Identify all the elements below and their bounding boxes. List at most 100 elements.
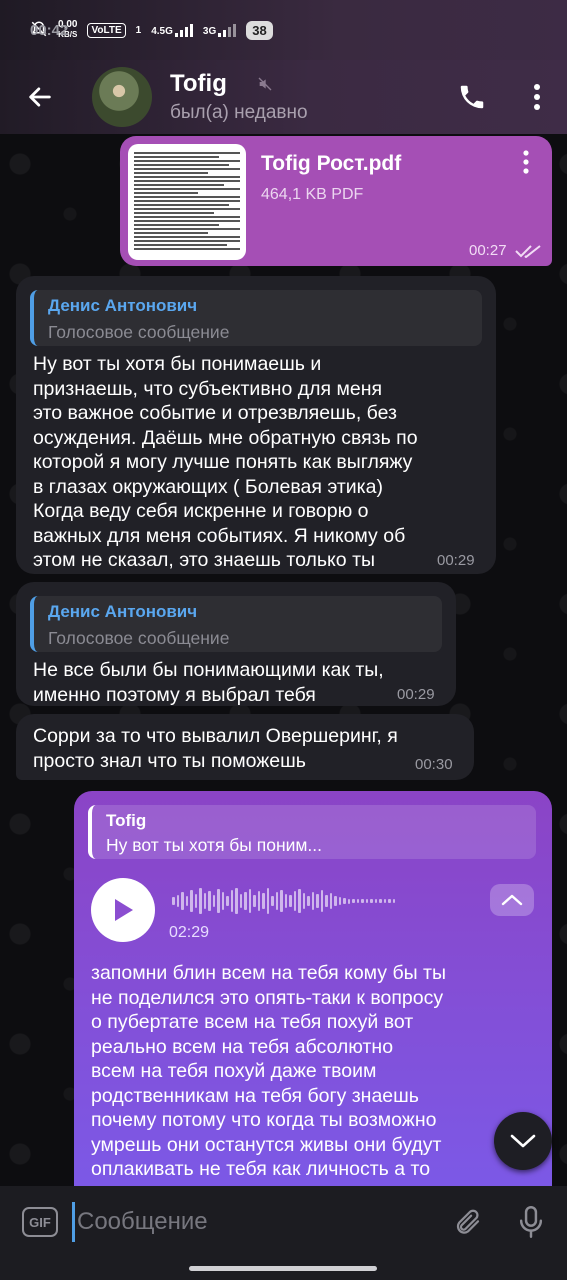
scroll-to-bottom-button[interactable] [494, 1112, 552, 1170]
file-message[interactable]: Tofig Рост.pdf 464,1 KB PDF 00:27 [120, 136, 552, 266]
waveform-bar [203, 893, 206, 909]
waveform-bar [266, 888, 269, 914]
waveform-bar [226, 896, 229, 906]
waveform-bar [338, 897, 341, 905]
signal-bars-icon [174, 23, 193, 37]
waveform-bar [248, 889, 251, 913]
waveform-bar [181, 892, 184, 910]
back-button[interactable] [0, 60, 80, 134]
voice-duration: 02:29 [169, 924, 210, 941]
volte-badge: VoLTE [87, 22, 126, 38]
paperclip-icon [456, 1209, 480, 1234]
text-line: именно поэтому я выбрал тебя [33, 683, 316, 706]
reply-text: Голосовое сообщение [48, 628, 230, 648]
attach-button[interactable] [435, 1186, 501, 1258]
reply-quote[interactable]: Денис Антонович Голосовое сообщение [30, 290, 482, 346]
waveform-bar [329, 893, 332, 909]
waveform-bar [307, 896, 310, 906]
outgoing-message[interactable]: Tofig Ну вот ты хотя бы поним... 02:29 з… [74, 791, 552, 1186]
contact-name: Tofig [170, 70, 227, 97]
waveform-bar [239, 894, 242, 908]
waveform-bar [388, 899, 391, 903]
more-menu-button[interactable] [507, 60, 567, 134]
message-input[interactable] [72, 1202, 435, 1242]
reply-quote[interactable]: Tofig Ну вот ты хотя бы поним... [88, 805, 536, 859]
text-line: этом не сказал, это знаешь только ты [33, 549, 376, 571]
voice-record-button[interactable] [501, 1186, 561, 1258]
play-button[interactable] [91, 878, 155, 942]
avatar[interactable] [92, 67, 152, 127]
waveform-bar [280, 890, 283, 912]
incoming-message[interactable]: Денис Антонович Голосовое сообщение Ну в… [16, 276, 496, 574]
waveform-bar [383, 899, 386, 903]
phone-icon [460, 85, 484, 109]
waveform-bar [370, 899, 373, 903]
collapse-transcription-button[interactable] [490, 884, 534, 916]
kebab-menu-icon [523, 150, 529, 174]
waveform-bar [221, 892, 224, 910]
text-line: Не все были бы понимающими как ты, [33, 659, 384, 681]
waveform-bar [257, 891, 260, 911]
waveform-bar [316, 894, 319, 908]
waveform-bar [356, 899, 359, 903]
text-line: которой я могу лучше понять как выгляжу [33, 451, 413, 473]
waveform-bar [311, 892, 314, 910]
text-line: не поделился это опять-таки к вопросу [91, 986, 444, 1009]
text-line: всем на тебя похуй даже твоим [91, 1060, 377, 1082]
status-time: 00:42 [30, 21, 69, 39]
call-button[interactable] [437, 60, 507, 134]
chat-area[interactable]: Tofig Рост.pdf 464,1 KB PDF 00:27 Денис … [0, 134, 567, 1186]
voice-waveform[interactable] [172, 886, 395, 916]
text-line: оплакивать не тебя как личность а то [91, 1158, 431, 1180]
waveform-bar [185, 896, 188, 906]
waveform-bar [320, 890, 323, 912]
waveform-bar [365, 899, 368, 903]
chat-title-area[interactable]: Tofig был(а) недавно [170, 70, 437, 124]
waveform-bar [374, 899, 377, 903]
file-menu-button[interactable] [522, 150, 530, 179]
file-name: Tofig Рост.pdf [261, 152, 402, 175]
text-line: родственникам на тебя богу знаешь [91, 1084, 419, 1107]
waveform-bar [262, 893, 265, 909]
waveform-bar [298, 889, 301, 913]
text-line: реально всем на тебя абсолютно [91, 1035, 394, 1058]
waveform-bar [289, 895, 292, 907]
waveform-bar [194, 894, 197, 908]
waveform-bar [271, 896, 274, 906]
waveform-bar [302, 893, 305, 909]
text-line: почему потому что когда ты возможно [91, 1109, 437, 1131]
incoming-message[interactable]: Денис Антонович Голосовое сообщение Не в… [16, 582, 456, 706]
message-time: 00:27 [469, 242, 507, 259]
waveform-bar [379, 899, 382, 903]
kebab-menu-icon [534, 84, 540, 110]
pdf-thumbnail[interactable] [128, 144, 246, 260]
gif-button[interactable]: GIF [22, 1207, 58, 1237]
message-text: Ну вот ты хотя бы понимаешь и признаешь,… [33, 352, 483, 573]
reply-quote[interactable]: Денис Антонович Голосовое сообщение [30, 596, 442, 652]
text-line: осуждения. Даёшь мне обратную связь по [33, 426, 418, 449]
battery-indicator: 38 [246, 20, 273, 40]
text-line: Когда веду себя искренне и говорю о [33, 500, 369, 522]
text-line: Ну вот ты хотя бы понимаешь и [33, 353, 322, 375]
home-gesture-pill[interactable] [189, 1266, 377, 1271]
file-size: 464,1 KB PDF [261, 186, 364, 203]
waveform-bar [361, 899, 364, 903]
reply-author: Tofig [106, 811, 147, 830]
reply-author: Денис Антонович [48, 296, 198, 315]
waveform-bar [275, 892, 278, 910]
incoming-message[interactable]: Сорри за то что вывалил Овершеринг, я пр… [16, 714, 474, 780]
waveform-bar [172, 897, 175, 905]
reply-author: Денис Антонович [48, 602, 198, 621]
message-input-bar: GIF [0, 1186, 567, 1258]
message-time: 00:30 [415, 756, 453, 773]
waveform-bar [352, 899, 355, 903]
reply-text: Голосовое сообщение [48, 322, 230, 342]
waveform-bar [343, 898, 346, 904]
waveform-bar [176, 895, 179, 907]
sim1-label: 1 [135, 24, 142, 36]
chevron-up-icon [501, 894, 523, 906]
waveform-bar [190, 890, 193, 912]
transcription-text: запомни блин всем на тебя кому бы ты не … [91, 961, 541, 1182]
status-bar: 00:42 0,00 KB/S VoLTE 1 4.5G 3G 38 [0, 0, 567, 60]
message-time: 00:29 [437, 552, 475, 569]
